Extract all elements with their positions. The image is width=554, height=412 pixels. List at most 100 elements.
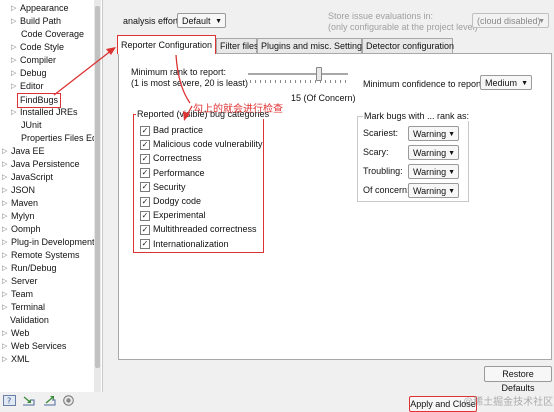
expand-arrow-icon[interactable]: ▷ — [2, 327, 7, 340]
svg-text:?: ? — [7, 397, 11, 406]
tree-item[interactable]: ▷ Run/Debug — [2, 262, 57, 275]
checkbox[interactable]: ✓ — [140, 225, 150, 236]
tree-item[interactable]: Validation — [10, 314, 49, 327]
bug-category-row[interactable]: ✓ Internationalization — [140, 238, 229, 250]
expand-arrow-icon[interactable]: ▷ — [2, 275, 7, 288]
tree-item[interactable]: ▷ Server — [2, 275, 38, 288]
tree-item[interactable]: ▷ Debug — [11, 67, 47, 80]
tree-item[interactable]: ▷ Java Persistence — [2, 158, 80, 171]
tab-reporter-configuration[interactable]: Reporter Configuration — [117, 35, 216, 54]
expand-arrow-icon[interactable]: ▷ — [11, 41, 16, 54]
expand-arrow-icon[interactable]: ▷ — [2, 340, 7, 353]
min-rank-slider-thumb[interactable] — [316, 67, 322, 81]
checkbox[interactable]: ✓ — [140, 182, 150, 193]
expand-arrow-icon[interactable]: ▷ — [2, 223, 7, 236]
expand-arrow-icon[interactable]: ▷ — [2, 197, 7, 210]
tree-item-label: Oomph — [11, 224, 41, 234]
tree-item[interactable]: ▷ Team — [2, 288, 33, 301]
tree-item[interactable]: ▷ Compiler — [11, 54, 56, 67]
tab-detector-configuration[interactable]: Detector configuration — [362, 38, 454, 53]
mark-bugs-select[interactable]: Warning ▼ — [408, 183, 459, 198]
slider-tick — [285, 80, 286, 83]
tree-item[interactable]: ▷ Oomph — [2, 223, 41, 236]
tab-plugins-misc-settings[interactable]: Plugins and misc. Settings — [257, 38, 367, 53]
slider-tick — [250, 80, 251, 83]
tree-item[interactable]: Properties Files Edi — [21, 132, 99, 145]
slider-tick — [290, 80, 291, 83]
tree-item[interactable]: ▷ Appearance — [11, 2, 69, 15]
slider-tick — [300, 80, 301, 83]
min-confidence-value: Medium — [485, 78, 518, 88]
checkbox[interactable]: ✓ — [140, 125, 150, 136]
checkbox[interactable]: ✓ — [140, 210, 150, 221]
tree-item[interactable]: ▷ Java EE — [2, 145, 45, 158]
expand-arrow-icon[interactable]: ▷ — [11, 106, 16, 119]
tree-item-label: Java Persistence — [11, 159, 80, 169]
tree-item[interactable]: ▷ Web — [2, 327, 29, 340]
expand-arrow-icon[interactable]: ▷ — [2, 236, 7, 249]
expand-arrow-icon[interactable]: ▷ — [2, 171, 7, 184]
bug-category-row[interactable]: ✓ Bad practice — [140, 124, 203, 136]
checkbox[interactable]: ✓ — [140, 139, 150, 150]
expand-arrow-icon[interactable]: ▷ — [2, 301, 7, 314]
tree-item[interactable]: ▷ Build Path — [11, 15, 61, 28]
analysis-effort-select[interactable]: Default ▼ — [177, 13, 226, 28]
bug-category-row[interactable]: ✓ Correctness — [140, 152, 202, 165]
tree-item[interactable]: JUnit — [21, 119, 42, 132]
tree-item[interactable]: Code Coverage — [21, 28, 84, 41]
tree-item[interactable]: ▷ XML — [2, 353, 30, 366]
expand-arrow-icon[interactable]: ▷ — [2, 184, 7, 197]
tree-scrollbar-thumb[interactable] — [95, 6, 100, 368]
preferences-tree[interactable]: ▷ Appearance ▷ Build Path Code Coverage ▷ Code… — [0, 0, 103, 392]
bug-category-row[interactable]: ✓ Security — [140, 181, 186, 193]
min-rank-slider-track[interactable] — [248, 73, 348, 75]
expand-arrow-icon[interactable]: ▷ — [2, 210, 7, 223]
expand-arrow-icon[interactable]: ▷ — [2, 249, 7, 262]
mark-bugs-select[interactable]: Warning ▼ — [408, 145, 459, 160]
expand-arrow-icon[interactable]: ▷ — [11, 67, 16, 80]
bug-category-row[interactable]: ✓ Experimental — [140, 209, 206, 221]
expand-arrow-icon[interactable]: ▷ — [2, 288, 7, 301]
expand-arrow-icon[interactable]: ▷ — [11, 15, 16, 28]
tree-item[interactable]: ▷ Maven — [2, 197, 38, 210]
tree-item[interactable]: ▷ JavaScript — [2, 171, 53, 184]
tree-item[interactable]: ▷ Web Services — [2, 340, 66, 353]
restore-defaults-button[interactable]: Restore Defaults — [484, 366, 552, 393]
mark-bugs-select[interactable]: Warning ▼ — [408, 164, 459, 179]
expand-arrow-icon[interactable]: ▷ — [2, 145, 7, 158]
tree-item[interactable]: ▷ Editor — [11, 80, 44, 93]
bug-category-label: Malicious code vulnerability — [153, 139, 263, 150]
checkbox[interactable]: ✓ — [140, 239, 150, 250]
expand-arrow-icon[interactable]: ▷ — [2, 158, 7, 171]
checkbox[interactable]: ✓ — [140, 196, 150, 207]
expand-arrow-icon[interactable]: ▷ — [11, 54, 16, 67]
tree-item[interactable]: ▷ Terminal — [2, 301, 45, 314]
record-icon[interactable] — [62, 395, 75, 406]
bug-category-row[interactable]: ✓ Performance — [140, 167, 205, 179]
checkbox[interactable]: ✓ — [140, 168, 150, 179]
store-evaluations-select[interactable]: (cloud disabled) ▼ — [472, 13, 549, 28]
expand-arrow-icon[interactable]: ▷ — [2, 353, 7, 366]
export-icon[interactable] — [43, 395, 56, 406]
tree-item[interactable]: ▷ Mylyn — [2, 210, 35, 223]
tab-filter-files[interactable]: Filter files — [216, 38, 259, 53]
bug-category-row[interactable]: ✓ Multithreaded correctness — [140, 223, 257, 236]
expand-arrow-icon[interactable]: ▷ — [11, 2, 16, 15]
min-confidence-select[interactable]: Medium ▼ — [480, 75, 532, 90]
bug-category-row[interactable]: ✓ Dodgy code — [140, 195, 201, 207]
expand-arrow-icon[interactable]: ▷ — [2, 262, 7, 275]
help-icon[interactable]: ? — [3, 395, 16, 406]
min-confidence-label: Minimum confidence to report: — [363, 79, 485, 89]
checkbox[interactable]: ✓ — [140, 154, 150, 165]
tree-item[interactable]: ▷ Installed JREs — [11, 106, 78, 119]
tree-item[interactable]: ▷ Remote Systems — [2, 249, 80, 262]
tree-item[interactable]: ▷ Code Style — [11, 41, 64, 54]
tree-item[interactable]: ▷ JSON — [2, 184, 35, 197]
tree-item[interactable]: ▷ Plug-in Development — [2, 236, 95, 249]
mark-bugs-select[interactable]: Warning ▼ — [408, 126, 459, 141]
tree-item-label: XML — [11, 354, 30, 364]
tree-scrollbar[interactable] — [94, 0, 101, 392]
import-icon[interactable] — [22, 395, 35, 406]
bug-category-row[interactable]: ✓ Malicious code vulnerability — [140, 138, 263, 150]
expand-arrow-icon[interactable]: ▷ — [11, 80, 16, 93]
